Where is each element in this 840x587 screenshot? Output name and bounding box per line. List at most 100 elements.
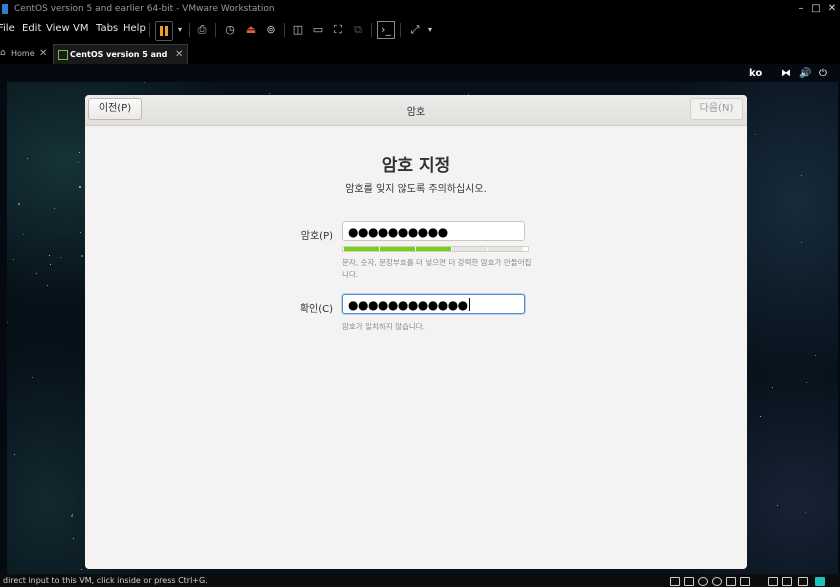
- menu-toolbar: File Edit View VM Tabs Help ▾ ⎙ ◷ ⏏ ⊚ ◫ …: [0, 18, 840, 43]
- strength-segment: [344, 247, 379, 251]
- tab-centos-vm[interactable]: CentOS version 5 and earl... ✕: [53, 44, 188, 78]
- usb-icon[interactable]: [726, 577, 736, 586]
- star-dot: [54, 208, 56, 210]
- hard-disk-icon[interactable]: [670, 577, 680, 586]
- window-title: CentOS version 5 and earlier 64-bit - VM…: [14, 4, 275, 14]
- snapshot-icon[interactable]: ◷: [221, 21, 239, 39]
- tab-home-label: Home: [11, 49, 35, 58]
- menu-edit[interactable]: Edit: [22, 23, 41, 34]
- snapshot-manager-icon[interactable]: ⊚: [262, 21, 280, 39]
- star-dot: [31, 377, 33, 379]
- star-dot: [27, 157, 29, 159]
- send-ctrl-alt-del-icon[interactable]: ⎙: [193, 21, 211, 39]
- star-dot: [143, 82, 145, 84]
- floppy-icon[interactable]: [698, 577, 708, 586]
- star-dot: [760, 415, 762, 417]
- tab-home[interactable]: ⌂ Home ✕: [0, 44, 50, 63]
- thumbnail-view-icon[interactable]: ▭: [309, 21, 327, 39]
- volume-icon[interactable]: 🔊: [799, 68, 811, 79]
- star-dot: [800, 241, 802, 243]
- password-strength-bar: [342, 246, 529, 252]
- star-dot: [36, 273, 38, 275]
- minimize-button[interactable]: –: [794, 0, 808, 18]
- star-dot: [49, 263, 51, 265]
- strength-segment: [380, 247, 415, 251]
- star-dot: [78, 185, 81, 188]
- chevron-down-icon[interactable]: ▾: [171, 21, 189, 39]
- close-tab-icon[interactable]: ✕: [175, 45, 183, 64]
- toolbar-separator: [215, 23, 216, 37]
- next-button[interactable]: 다음(N): [690, 98, 743, 120]
- message-log-icon[interactable]: [798, 577, 808, 586]
- toolbar-separator: [371, 23, 372, 37]
- console-view-icon[interactable]: ›_: [377, 21, 395, 39]
- star-dot: [23, 234, 24, 236]
- revert-snapshot-icon[interactable]: ⏏: [242, 21, 260, 39]
- toolbar-separator: [149, 23, 150, 37]
- menu-help[interactable]: Help: [123, 23, 146, 34]
- confirm-value: ●●●●●●●●●●●●: [348, 298, 468, 312]
- vm-display[interactable]: ko ⧓ 🔊 ⏻ 이전(P) 암호 다음(N) 암호 지정 암호를 잊지 않도록…: [0, 64, 840, 574]
- language-indicator[interactable]: ko: [749, 68, 762, 79]
- dialog-header-title: 암호: [406, 107, 426, 118]
- star-dot: [73, 537, 75, 539]
- power-icon[interactable]: ⏻: [819, 68, 827, 79]
- star-dot: [60, 256, 62, 258]
- cd-dvd-icon[interactable]: [684, 577, 694, 586]
- password-field[interactable]: ●●●●●●●●●●: [342, 221, 525, 241]
- strength-segment: [416, 247, 451, 251]
- network-adapter-icon[interactable]: [712, 577, 722, 586]
- star-dot: [815, 355, 817, 357]
- star-dot: [806, 381, 808, 383]
- star-dot: [81, 569, 83, 571]
- menu-vm[interactable]: VM: [73, 23, 88, 34]
- star-dot: [777, 505, 779, 507]
- status-bar: direct input to this VM, click inside or…: [0, 574, 840, 587]
- vm-status-icon[interactable]: [815, 577, 825, 586]
- page-title: 암호 지정: [381, 156, 451, 176]
- printer-icon[interactable]: [768, 577, 778, 586]
- star-dot: [801, 175, 803, 177]
- star-dot: [18, 202, 21, 205]
- star-dot: [14, 454, 16, 456]
- strength-segment: [488, 247, 523, 251]
- unity-icon: ⧉: [354, 23, 362, 36]
- password-hint: 문자, 숫자, 문장부호를 더 넣으면 더 강력한 암호가 만들어집니다.: [342, 258, 532, 279]
- star-dot: [71, 515, 74, 518]
- full-screen-icon[interactable]: ⛶: [329, 21, 347, 39]
- toolbar-separator: [189, 23, 190, 37]
- confirm-label: 확인(C): [299, 304, 333, 315]
- vm-icon: [58, 50, 68, 60]
- toolbar-separator: [400, 23, 401, 37]
- star-dot: [81, 255, 84, 258]
- password-value: ●●●●●●●●●●: [348, 225, 448, 239]
- star-dot: [771, 386, 773, 388]
- strength-segment: [452, 247, 487, 251]
- library-view-icon[interactable]: ◫: [289, 21, 307, 39]
- maximize-button[interactable]: □: [809, 0, 823, 18]
- close-tab-icon[interactable]: ✕: [39, 44, 47, 63]
- menu-view[interactable]: View: [46, 23, 70, 34]
- star-dot: [755, 133, 757, 135]
- star-dot: [268, 92, 270, 94]
- star-dot: [46, 284, 48, 286]
- sound-card-icon[interactable]: [740, 577, 750, 586]
- confirm-hint: 암호가 일치하지 않습니다.: [342, 322, 426, 331]
- menu-tabs[interactable]: Tabs: [96, 23, 118, 34]
- star-dot: [7, 321, 9, 323]
- star-dot: [80, 232, 82, 234]
- star-dot: [49, 255, 51, 257]
- close-button[interactable]: ✕: [825, 0, 839, 18]
- chevron-down-icon[interactable]: ▾: [421, 21, 439, 39]
- menu-file[interactable]: File: [0, 23, 15, 34]
- password-dialog: 이전(P) 암호 다음(N) 암호 지정 암호를 잊지 않도록 주의하십시오. …: [85, 95, 747, 569]
- toolbar-separator: [284, 23, 285, 37]
- confirm-password-field[interactable]: ●●●●●●●●●●●●: [342, 294, 525, 314]
- display-icon[interactable]: [782, 577, 792, 586]
- home-icon: ⌂: [0, 48, 6, 58]
- star-dot: [79, 151, 81, 153]
- text-caret: [468, 298, 470, 311]
- network-icon[interactable]: ⧓: [781, 68, 791, 79]
- password-label: 암호(P): [300, 231, 333, 242]
- page-subtitle: 암호를 잊지 않도록 주의하십시오.: [345, 184, 487, 195]
